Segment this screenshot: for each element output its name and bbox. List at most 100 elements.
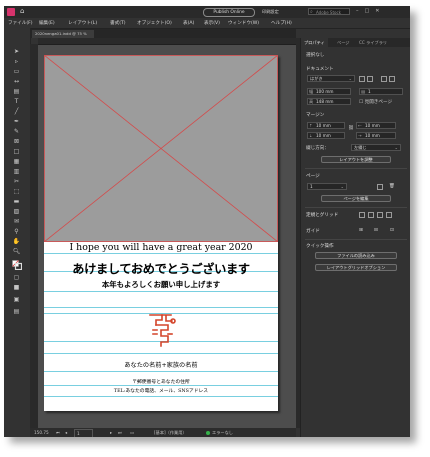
chevron-down-icon: ⌄ xyxy=(394,145,398,150)
binding-left-icon[interactable] xyxy=(381,76,387,82)
scissors-tool-icon[interactable]: ✂ xyxy=(12,178,21,186)
ornament-icon xyxy=(149,314,176,347)
margin-bottom-value: 10 mm xyxy=(316,133,331,138)
menu-type[interactable]: 書式(T) xyxy=(110,20,126,26)
menu-file[interactable]: ファイル(F) xyxy=(8,20,33,26)
menu-layout[interactable]: レイアウト(L) xyxy=(68,20,97,26)
stock-search-input[interactable]: ⌕ Adobe Stock xyxy=(308,8,350,15)
eyedropper-tool-icon[interactable]: ⚲ xyxy=(12,228,21,236)
edit-page-button[interactable]: ページを編集 xyxy=(321,195,391,202)
document-page[interactable]: I hope you will have a great year 2020 あ… xyxy=(44,55,278,411)
layout-grid-icon[interactable] xyxy=(368,212,374,218)
divider xyxy=(305,239,407,240)
free-transform-tool-icon[interactable]: ⬚ xyxy=(12,188,21,196)
ruler-icon[interactable] xyxy=(359,212,365,218)
type-tool-icon[interactable]: T xyxy=(12,98,21,106)
binding-right-icon[interactable] xyxy=(389,76,395,82)
document-preset-select[interactable]: はがき ⌄ xyxy=(307,75,355,82)
selection-tool-icon[interactable]: ➤ xyxy=(12,48,21,56)
landscape-orientation-icon[interactable] xyxy=(367,76,373,82)
apply-color-icon[interactable]: ■ xyxy=(12,284,21,292)
open-folder-icon[interactable]: ▭ xyxy=(130,428,134,437)
fill-stroke-swatch-icon[interactable] xyxy=(12,260,23,271)
binding-direction-select[interactable]: 左綴じ ⌄ xyxy=(351,144,401,151)
height-field[interactable]: 高 148 mm xyxy=(307,98,351,105)
pencil-tool-icon[interactable]: ✎ xyxy=(12,128,21,136)
width-field[interactable]: 幅 100 mm xyxy=(307,88,351,95)
hand-tool-icon[interactable]: ✋ xyxy=(12,238,21,246)
margin-inside-field[interactable]: ⇠ 10 mm xyxy=(356,122,396,129)
tab-pages[interactable]: ページ xyxy=(334,38,352,47)
adjust-layout-button[interactable]: レイアウトを調整 xyxy=(321,156,391,163)
guide-line xyxy=(44,353,278,354)
margin-outside-icon: ⇢ xyxy=(358,133,362,138)
facing-pages-checkbox[interactable]: ☐ 見開きページ xyxy=(359,99,392,105)
lock-guides-icon[interactable]: ⊟ xyxy=(374,228,378,233)
workspace-switcher[interactable]: 印刷設定 xyxy=(262,9,279,15)
preflight-status-text: エラーなし xyxy=(212,430,233,435)
menu-table[interactable]: 表(A) xyxy=(183,20,194,26)
window-controls[interactable]: –□✕ xyxy=(356,8,385,14)
menu-edit[interactable]: 編集(E) xyxy=(39,20,55,26)
margin-top-value: 10 mm xyxy=(316,123,331,128)
content-collector-icon[interactable]: ▤ xyxy=(12,88,21,96)
formatting-affects-container-icon[interactable]: ▢ xyxy=(12,274,21,282)
screen-mode-icon[interactable]: ▤ xyxy=(12,308,21,316)
preflight-profile[interactable]: [基本]（作業用） xyxy=(154,428,187,437)
page-tool-icon[interactable]: ▭ xyxy=(12,68,21,76)
gradient-feather-tool-icon[interactable]: ▨ xyxy=(12,208,21,216)
publish-online-button[interactable]: Publish Online xyxy=(203,8,255,17)
rectangle-tool-icon[interactable]: □ xyxy=(12,148,21,156)
document-grid-icon[interactable] xyxy=(377,212,383,218)
document-tab[interactable]: 2020nenga01.indd @ 75 % xyxy=(32,30,94,38)
portrait-orientation-icon[interactable] xyxy=(359,76,365,82)
prev-page-icon[interactable]: ◂ xyxy=(65,428,67,437)
zoom-tool-icon[interactable]: 🔍︎ xyxy=(12,248,21,256)
note-tool-icon[interactable]: ✉ xyxy=(12,218,21,226)
tab-cc-libraries[interactable]: CC ライブラリ xyxy=(356,38,390,47)
menu-bar: ファイル(F) 編集(E) レイアウト(L) 書式(T) オブジェクト(O) 表… xyxy=(4,18,410,29)
frame-grid-tool-icon[interactable]: ▥ xyxy=(12,168,21,176)
home-icon[interactable]: ⌂ xyxy=(20,7,29,16)
direct-selection-tool-icon[interactable]: ▹ xyxy=(12,58,21,66)
import-file-button[interactable]: ファイルの読み込み xyxy=(315,252,397,259)
menu-view[interactable]: 表示(V) xyxy=(204,20,220,26)
zoom-level[interactable]: 150.75 xyxy=(34,428,49,437)
margin-bottom-icon: ⇣ xyxy=(309,133,313,138)
view-mode-icon[interactable]: ▣ xyxy=(12,296,21,304)
new-page-icon[interactable] xyxy=(377,184,383,190)
link-margins-icon[interactable]: ⛓ xyxy=(348,126,354,131)
menu-object[interactable]: オブジェクト(O) xyxy=(137,20,172,26)
greeting-subline: 本年もよろしくお願い申し上げます xyxy=(101,280,221,289)
gap-tool-icon[interactable]: ↔ xyxy=(12,78,21,86)
smart-guides-icon[interactable]: ⊡ xyxy=(390,228,394,233)
page-number[interactable]: 1 xyxy=(74,429,93,437)
grid-tool-icon[interactable]: ▦ xyxy=(12,158,21,166)
document-section-title: ドキュメント xyxy=(306,67,334,72)
page-select-value: 1 xyxy=(310,184,313,189)
selection-status: 選択なし xyxy=(306,53,325,58)
next-page-icon[interactable]: ▸ xyxy=(110,428,112,437)
margin-top-field[interactable]: ⇡ 10 mm xyxy=(307,122,345,129)
menu-window[interactable]: ウィンドウ(W) xyxy=(228,20,259,26)
gradient-swatch-tool-icon[interactable]: ▬ xyxy=(12,198,21,206)
line-tool-icon[interactable]: ╱ xyxy=(12,108,21,116)
pages-count-field[interactable]: ▤ 1 xyxy=(359,88,403,95)
rectangle-frame-tool-icon[interactable]: ⊠ xyxy=(12,138,21,146)
delete-page-icon[interactable]: 🗑︎ xyxy=(389,184,395,189)
menu-help[interactable]: ヘルプ(H) xyxy=(271,20,292,26)
pen-tool-icon[interactable]: ✒ xyxy=(12,118,21,126)
last-page-icon[interactable]: ⏭ xyxy=(118,428,122,437)
guide-line xyxy=(44,371,278,372)
layout-grid-options-button[interactable]: レイアウトグリッドオプション xyxy=(315,264,397,271)
tab-properties[interactable]: プロパティ xyxy=(301,38,328,47)
indesign-logo-icon xyxy=(7,8,15,16)
margin-outside-field[interactable]: ⇢ 10 mm xyxy=(356,132,396,139)
first-page-icon[interactable]: ⏮ xyxy=(56,428,60,437)
baseline-grid-icon[interactable] xyxy=(386,212,392,218)
empty-image-frame[interactable] xyxy=(44,55,278,242)
page-select[interactable]: 1 ⌄ xyxy=(307,183,347,190)
show-guides-icon[interactable]: ⊞ xyxy=(359,228,363,233)
new-year-greeting: あけましておめでとうございます xyxy=(72,262,250,276)
margin-bottom-field[interactable]: ⇣ 10 mm xyxy=(307,132,345,139)
